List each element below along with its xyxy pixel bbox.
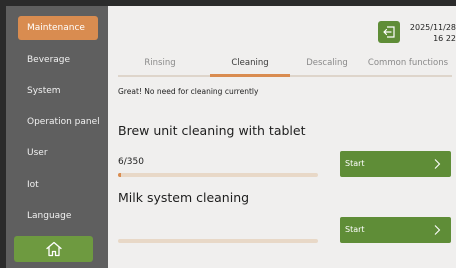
clock-time: 16 22 [433, 34, 456, 43]
brew-unit-title: Brew unit cleaning with tablet [118, 123, 306, 138]
status-message: Great! No need for cleaning currently [118, 87, 259, 96]
milk-system-progress-bar [118, 239, 318, 243]
milk-system-start-label: Start [345, 225, 365, 234]
chevron-right-icon [434, 225, 441, 235]
tab-active-indicator [210, 74, 290, 77]
brew-unit-start-button[interactable]: Start [340, 151, 451, 177]
tab-rinsing[interactable]: Rinsing [118, 53, 202, 73]
sidebar-item-language[interactable]: Language [18, 204, 98, 228]
tab-descaling[interactable]: Descaling [292, 53, 362, 73]
sidebar-item-maintenance[interactable]: Maintenance [18, 16, 98, 40]
sidebar-item-beverage[interactable]: Beverage [18, 48, 98, 72]
milk-system-title: Milk system cleaning [118, 190, 250, 205]
tab-bar: Rinsing Cleaning Descaling Common functi… [118, 53, 452, 77]
sidebar-item-iot[interactable]: Iot [18, 173, 98, 197]
milk-system-start-button[interactable]: Start [340, 217, 451, 243]
sidebar-item-system[interactable]: System [18, 79, 98, 103]
clock-date: 2025/11/28 [409, 23, 456, 32]
exit-button[interactable] [378, 21, 400, 43]
main-panel: 2025/11/28 16 22 Rinsing Cleaning Descal… [108, 6, 456, 268]
tab-common-functions[interactable]: Common functions [364, 53, 452, 73]
home-icon [45, 241, 62, 257]
chevron-right-icon [434, 159, 441, 169]
exit-icon [383, 26, 395, 38]
clock: 2025/11/28 16 22 [404, 22, 456, 44]
brew-unit-counter: 6/350 [118, 157, 144, 167]
brew-unit-progress-bar [118, 173, 318, 177]
tab-cleaning[interactable]: Cleaning [210, 53, 290, 73]
brew-unit-start-label: Start [345, 159, 365, 168]
sidebar: Maintenance Beverage System Operation pa… [6, 6, 108, 268]
sidebar-item-user[interactable]: User [18, 141, 98, 165]
sidebar-item-operation-panel[interactable]: Operation panel [18, 110, 100, 134]
home-button[interactable] [14, 236, 93, 262]
brew-unit-progress-fill [118, 173, 122, 177]
